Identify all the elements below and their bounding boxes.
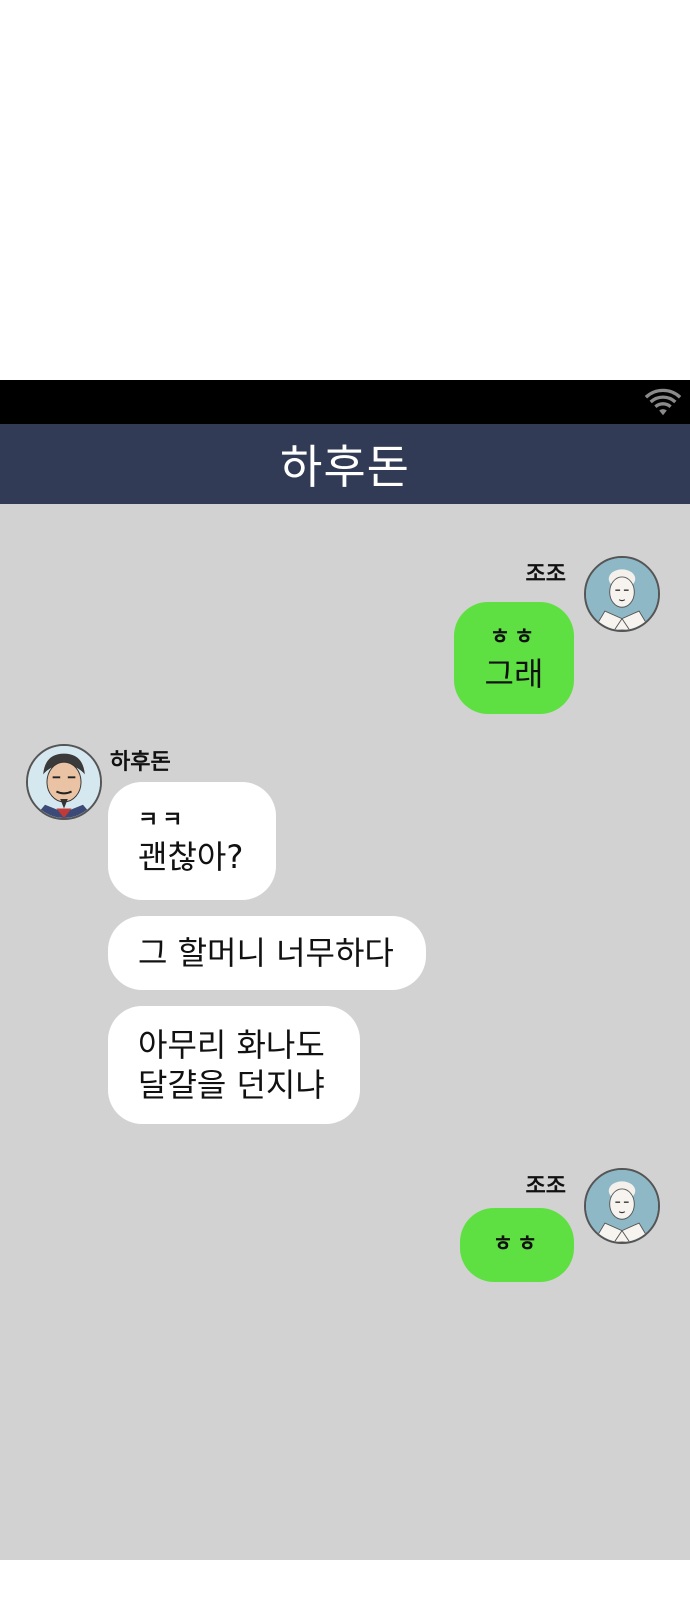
message-line: ㅋㅋ <box>138 808 187 833</box>
message-bubble[interactable]: ㅋㅋ 괜찮아? <box>108 782 276 900</box>
message-line: 그래 <box>484 655 544 693</box>
message-line: 아무리 화나도 <box>138 1026 325 1064</box>
wifi-icon <box>644 388 682 416</box>
avatar[interactable] <box>26 744 102 820</box>
message-line: 그 할머니 너무하다 <box>138 934 394 972</box>
chat-area[interactable]: 조조 ㅎㅎ 그래 하후돈 ㅋㅋ 괜찮아? 그 할머니 너무하다 아무리 화나도 … <box>0 504 690 1560</box>
sender-name: 조조 <box>525 562 566 587</box>
avatar[interactable] <box>584 1168 660 1244</box>
chat-title: 하후돈 <box>280 440 410 494</box>
chat-header: 하후돈 <box>0 424 690 504</box>
status-bar <box>0 380 690 424</box>
message-line: 괜찮아? <box>138 838 244 876</box>
sender-name: 조조 <box>525 1174 566 1199</box>
message-line: 달걀을 던지냐 <box>138 1066 325 1104</box>
hahudon-avatar-icon <box>28 746 100 818</box>
message-bubble[interactable]: 그 할머니 너무하다 <box>108 916 426 990</box>
jojo-avatar-icon <box>586 1170 658 1242</box>
jojo-avatar-icon <box>586 558 658 630</box>
message-bubble[interactable]: ㅎㅎ 그래 <box>454 602 574 714</box>
message-bubble[interactable]: ㅎㅎ <box>460 1208 574 1282</box>
bottom-strip <box>0 1560 690 1600</box>
message-bubble[interactable]: 아무리 화나도 달걀을 던지냐 <box>108 1006 360 1124</box>
message-line: ㅎㅎ <box>492 1232 542 1257</box>
avatar[interactable] <box>584 556 660 632</box>
message-line: ㅎㅎ <box>489 625 539 650</box>
sender-name: 하후돈 <box>110 750 171 775</box>
